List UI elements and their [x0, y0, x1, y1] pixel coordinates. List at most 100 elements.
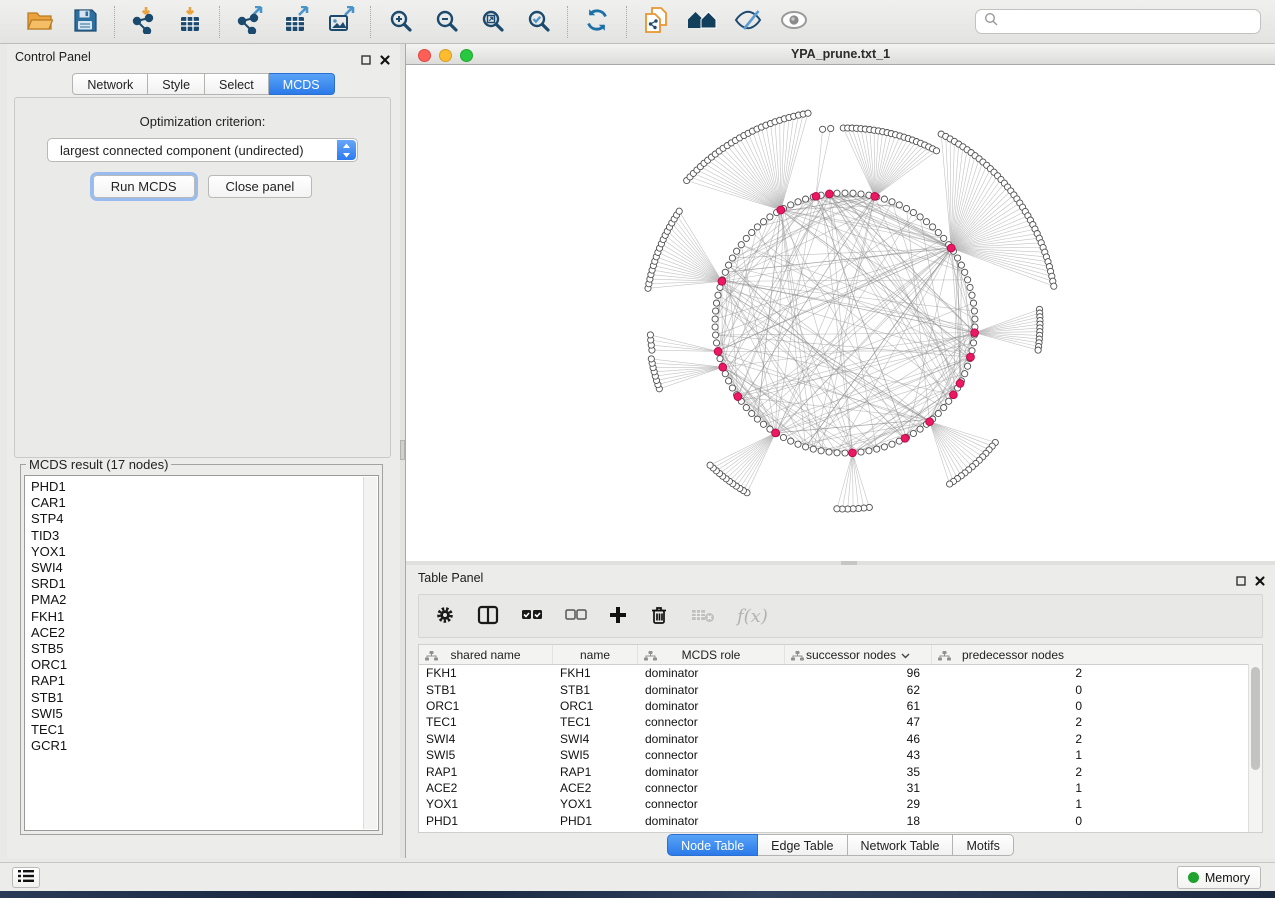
cell-mcds-role[interactable]: dominator — [638, 765, 785, 779]
cell-name[interactable]: STB1 — [553, 683, 638, 697]
cell-name[interactable]: YOX1 — [553, 797, 638, 811]
table-row[interactable]: ORC1ORC1dominator610 — [419, 698, 1262, 714]
vertical-splitter-handle[interactable] — [400, 440, 405, 460]
cell-shared-name[interactable]: PHD1 — [419, 814, 553, 828]
frame-maximize-icon[interactable] — [460, 49, 473, 62]
table-scrollbar-thumb[interactable] — [1251, 667, 1260, 770]
cell-name[interactable]: SWI4 — [553, 732, 638, 746]
cell-mcds-role[interactable]: dominator — [638, 814, 785, 828]
cell-shared-name[interactable]: STB1 — [419, 683, 553, 697]
import-network-button[interactable] — [125, 6, 163, 38]
optimization-criterion-select[interactable]: largest connected component (undirected) — [47, 138, 358, 162]
cell-shared-name[interactable]: FKH1 — [419, 666, 553, 680]
mcds-result-item[interactable]: STB5 — [31, 641, 378, 657]
cell-successor-nodes[interactable]: 46 — [785, 732, 932, 746]
run-mcds-button[interactable]: Run MCDS — [93, 175, 195, 198]
cell-predecessor-nodes[interactable]: 0 — [932, 699, 1094, 713]
cell-mcds-role[interactable]: connector — [638, 781, 785, 795]
tab-network[interactable]: Network — [72, 73, 148, 95]
float-panel-icon[interactable] — [361, 52, 371, 70]
cell-shared-name[interactable]: RAP1 — [419, 765, 553, 779]
network-frame-titlebar[interactable]: YPA_prune.txt_1 — [406, 44, 1275, 65]
export-table-button[interactable] — [276, 6, 314, 38]
tab-style[interactable]: Style — [148, 73, 205, 95]
hide-selected-button[interactable] — [729, 6, 767, 38]
mcds-result-item[interactable]: FKH1 — [31, 609, 378, 625]
tab-node-table[interactable]: Node Table — [667, 834, 758, 856]
cell-name[interactable]: PHD1 — [553, 814, 638, 828]
cell-name[interactable]: FKH1 — [553, 666, 638, 680]
cell-mcds-role[interactable]: connector — [638, 715, 785, 729]
task-history-button[interactable] — [12, 867, 40, 888]
cell-successor-nodes[interactable]: 47 — [785, 715, 932, 729]
mcds-result-item[interactable]: TEC1 — [31, 722, 378, 738]
cell-name[interactable]: ACE2 — [553, 781, 638, 795]
table-row[interactable]: PHD1PHD1dominator180 — [419, 813, 1262, 829]
cell-shared-name[interactable]: ACE2 — [419, 781, 553, 795]
cell-mcds-role[interactable]: connector — [638, 797, 785, 811]
search-box[interactable] — [975, 9, 1261, 34]
cell-successor-nodes[interactable]: 29 — [785, 797, 932, 811]
close-panel-icon[interactable] — [380, 52, 390, 70]
cell-predecessor-nodes[interactable]: 0 — [932, 683, 1094, 697]
cell-shared-name[interactable]: YOX1 — [419, 797, 553, 811]
table-settings-gear-button[interactable] — [435, 605, 455, 628]
cell-shared-name[interactable]: TEC1 — [419, 715, 553, 729]
cell-mcds-role[interactable]: dominator — [638, 666, 785, 680]
tab-mcds[interactable]: MCDS — [269, 73, 335, 95]
import-table-button[interactable] — [171, 6, 209, 38]
cell-successor-nodes[interactable]: 62 — [785, 683, 932, 697]
mcds-result-item[interactable]: CAR1 — [31, 495, 378, 511]
table-row[interactable]: YOX1YOX1connector291 — [419, 796, 1262, 812]
cell-predecessor-nodes[interactable]: 1 — [932, 797, 1094, 811]
column-header-name[interactable]: name — [553, 645, 638, 664]
cell-mcds-role[interactable]: connector — [638, 748, 785, 762]
table-row[interactable]: RAP1RAP1dominator352 — [419, 763, 1262, 779]
delete-table-button[interactable] — [691, 607, 715, 626]
column-header-shared-name[interactable]: shared name — [419, 645, 553, 664]
function-builder-button[interactable]: f(x) — [737, 606, 768, 627]
tab-motifs[interactable]: Motifs — [953, 834, 1013, 856]
tab-select[interactable]: Select — [205, 73, 269, 95]
mcds-result-list[interactable]: PHD1CAR1STP4TID3YOX1SWI4SRD1PMA2FKH1ACE2… — [24, 475, 379, 831]
network-canvas[interactable] — [406, 65, 1275, 561]
copy-button[interactable] — [637, 6, 675, 38]
deselect-all-rows-button[interactable] — [565, 608, 587, 625]
close-panel-button[interactable]: Close panel — [208, 175, 313, 198]
cell-shared-name[interactable]: SWI4 — [419, 732, 553, 746]
mcds-result-item[interactable]: ORC1 — [31, 657, 378, 673]
cell-name[interactable]: RAP1 — [553, 765, 638, 779]
cell-mcds-role[interactable]: dominator — [638, 699, 785, 713]
first-neighbors-button[interactable] — [683, 6, 721, 38]
cell-successor-nodes[interactable]: 61 — [785, 699, 932, 713]
toggle-column-panel-button[interactable] — [477, 605, 499, 628]
cell-predecessor-nodes[interactable]: 2 — [932, 732, 1094, 746]
cell-mcds-role[interactable]: dominator — [638, 732, 785, 746]
select-all-rows-button[interactable] — [521, 608, 543, 625]
table-scrollbar[interactable] — [1248, 664, 1262, 832]
mcds-list-scrollbar[interactable] — [363, 477, 377, 829]
zoom-selected-button[interactable] — [519, 6, 557, 38]
show-all-button[interactable] — [775, 6, 813, 38]
column-header-predecessor-nodes[interactable]: predecessor nodes — [932, 645, 1094, 664]
cell-predecessor-nodes[interactable]: 1 — [932, 781, 1094, 795]
column-header-successor-nodes[interactable]: successor nodes — [785, 645, 932, 664]
frame-close-icon[interactable] — [418, 49, 431, 62]
cell-predecessor-nodes[interactable]: 0 — [932, 814, 1094, 828]
tab-edge-table[interactable]: Edge Table — [758, 834, 847, 856]
table-row[interactable]: ACE2ACE2connector311 — [419, 780, 1262, 796]
mcds-result-item[interactable]: TID3 — [31, 528, 378, 544]
search-input[interactable] — [1004, 14, 1252, 30]
cell-shared-name[interactable]: ORC1 — [419, 699, 553, 713]
cell-name[interactable]: SWI5 — [553, 748, 638, 762]
memory-button[interactable]: Memory — [1177, 866, 1261, 889]
save-button[interactable] — [66, 6, 104, 38]
frame-minimize-icon[interactable] — [439, 49, 452, 62]
table-row[interactable]: SWI5SWI5connector431 — [419, 747, 1262, 763]
zoom-out-button[interactable] — [427, 6, 465, 38]
float-panel-icon[interactable] — [1236, 573, 1246, 591]
mcds-result-item[interactable]: PHD1 — [31, 479, 378, 495]
mcds-result-item[interactable]: ACE2 — [31, 625, 378, 641]
create-column-button[interactable] — [609, 606, 627, 627]
cell-shared-name[interactable]: SWI5 — [419, 748, 553, 762]
